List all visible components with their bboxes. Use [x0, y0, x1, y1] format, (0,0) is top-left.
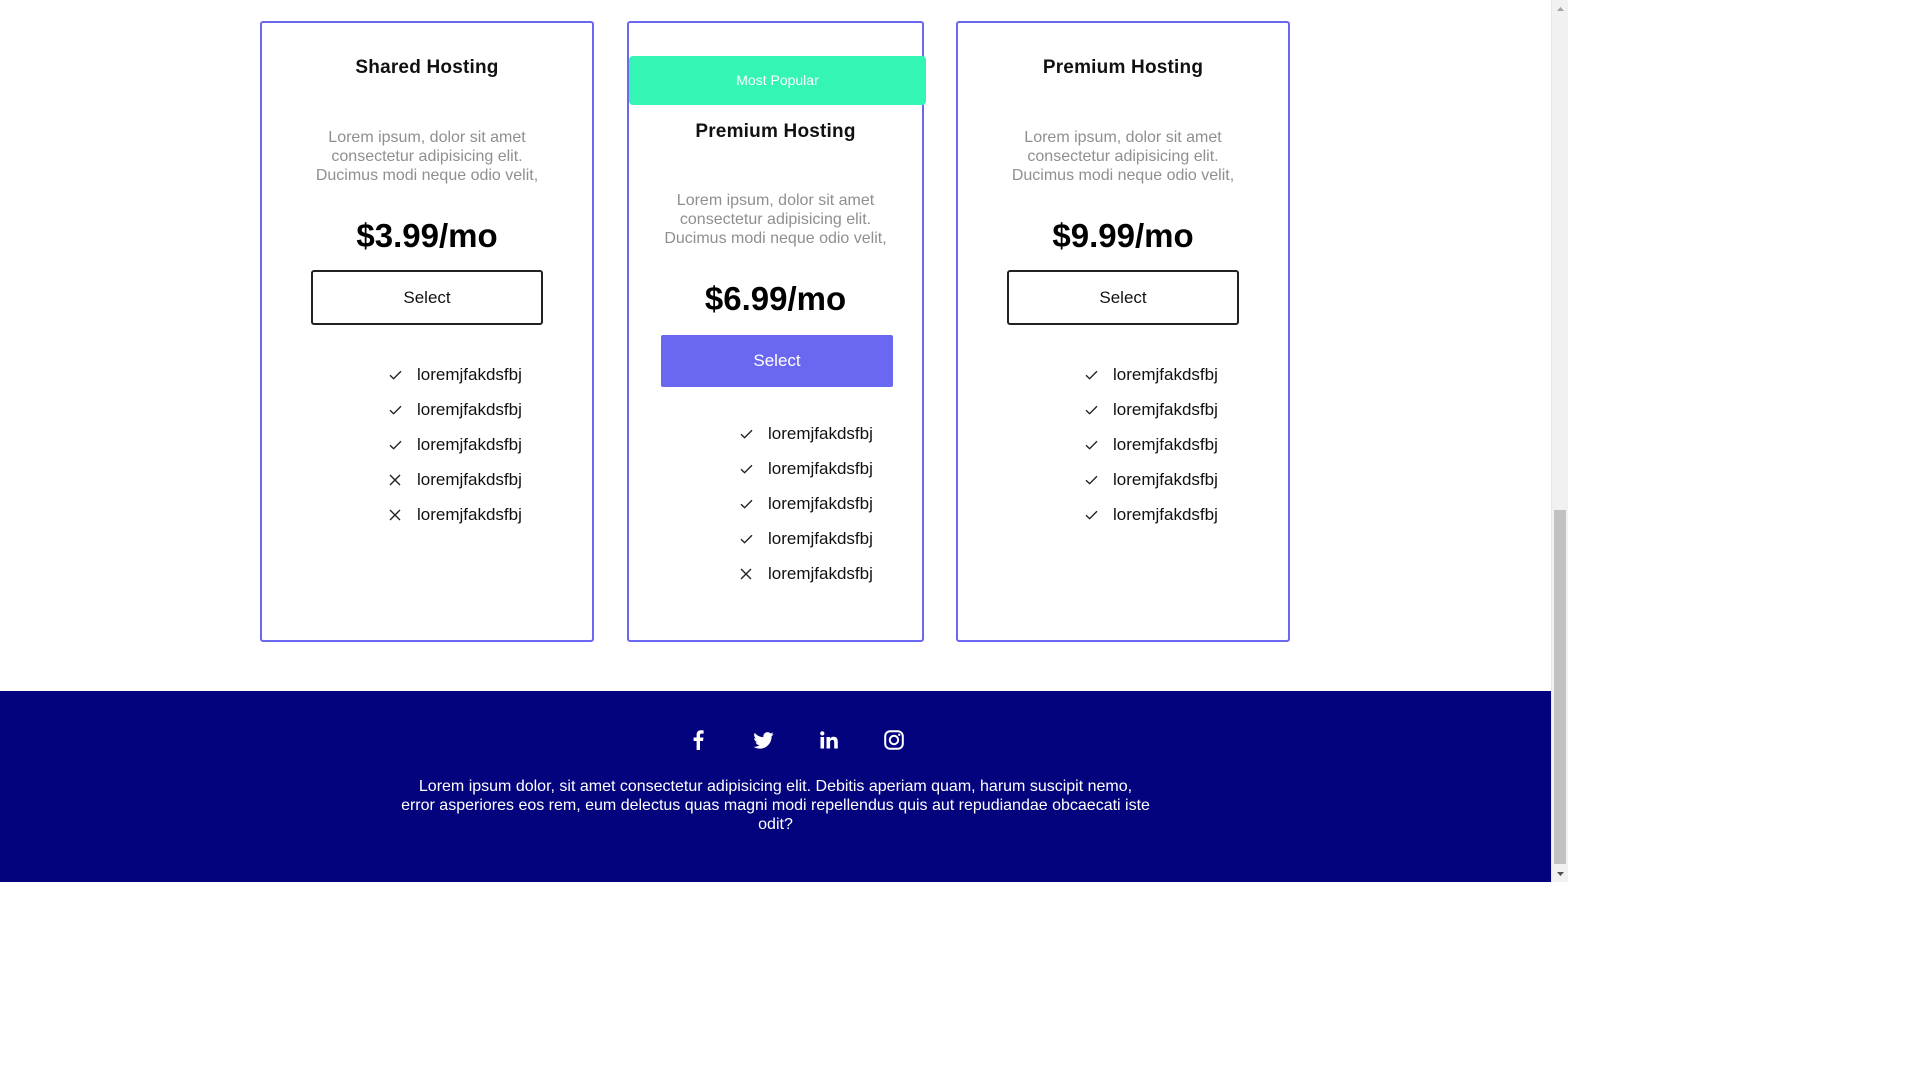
feature-label: loremjfakdsfbj [417, 399, 522, 419]
feature-label: loremjfakdsfbj [768, 563, 873, 583]
plan-title: Shared Hosting [355, 57, 499, 78]
scroll-down-icon[interactable] [1552, 865, 1569, 882]
feature-item: loremjfakdsfbj [1085, 357, 1218, 392]
check-icon [389, 440, 417, 450]
plan-title: Premium Hosting [695, 121, 856, 142]
page-viewport: Shared Hosting Lorem ipsum, dolor sit am… [0, 0, 1551, 882]
plan-price: $9.99/mo [1052, 217, 1194, 254]
cross-icon [389, 509, 417, 521]
vertical-scrollbar[interactable] [1551, 0, 1568, 882]
check-icon [1085, 510, 1113, 520]
pricing-card-popular: Most Popular Premium Hosting Lorem ipsum… [627, 21, 926, 642]
plan-description: Lorem ipsum, dolor sit amet consectetur … [1011, 129, 1235, 184]
feature-label: loremjfakdsfbj [1113, 434, 1218, 454]
scrollbar-thumb[interactable] [1554, 510, 1566, 864]
feature-label: loremjfakdsfbj [417, 504, 522, 524]
pricing-card-shared: Shared Hosting Lorem ipsum, dolor sit am… [260, 21, 594, 642]
cross-icon [740, 568, 768, 580]
check-icon [1085, 475, 1113, 485]
feature-item: loremjfakdsfbj [389, 357, 522, 392]
plan-description: Lorem ipsum, dolor sit amet consectetur … [315, 129, 539, 184]
feature-item: loremjfakdsfbj [1085, 497, 1218, 532]
feature-item: loremjfakdsfbj [740, 486, 873, 521]
plan-price: $6.99/mo [704, 280, 847, 317]
check-icon [740, 534, 768, 544]
instagram-icon[interactable] [882, 728, 906, 752]
feature-label: loremjfakdsfbj [768, 493, 873, 513]
feature-item: loremjfakdsfbj [389, 427, 522, 462]
pricing-card-premium: Premium Hosting Lorem ipsum, dolor sit a… [956, 21, 1290, 642]
feature-item: loremjfakdsfbj [740, 521, 873, 556]
feature-item: loremjfakdsfbj [740, 451, 873, 486]
check-icon [740, 429, 768, 439]
site-footer: Lorem ipsum dolor, sit amet consectetur … [0, 691, 1551, 882]
twitter-icon[interactable] [751, 728, 775, 752]
feature-label: loremjfakdsfbj [417, 364, 522, 384]
feature-label: loremjfakdsfbj [1113, 469, 1218, 489]
feature-item: loremjfakdsfbj [1085, 392, 1218, 427]
select-button[interactable]: Select [1007, 270, 1239, 325]
feature-item: loremjfakdsfbj [389, 497, 522, 532]
feature-label: loremjfakdsfbj [417, 469, 522, 489]
feature-label: loremjfakdsfbj [1113, 504, 1218, 524]
feature-label: loremjfakdsfbj [768, 528, 873, 548]
cross-icon [389, 474, 417, 486]
linkedin-icon[interactable] [817, 728, 841, 752]
feature-label: loremjfakdsfbj [1113, 399, 1218, 419]
check-icon [740, 499, 768, 509]
plan-title: Premium Hosting [1042, 57, 1204, 78]
feature-label: loremjfakdsfbj [768, 458, 873, 478]
check-icon [389, 370, 417, 380]
facebook-icon[interactable] [686, 728, 710, 752]
footer-text: Lorem ipsum dolor, sit amet consectetur … [401, 778, 1150, 833]
plan-price: $3.99/mo [356, 217, 498, 254]
feature-list: loremjfakdsfbj loremjfakdsfbj loremjfakdsf… [740, 416, 873, 591]
feature-item: loremjfakdsfbj [1085, 427, 1218, 462]
select-button[interactable]: Select [661, 335, 893, 387]
check-icon [1085, 370, 1113, 380]
plan-description: Lorem ipsum, dolor sit amet consectetur … [664, 192, 887, 247]
feature-item: loremjfakdsfbj [740, 556, 873, 591]
check-icon [1085, 405, 1113, 415]
check-icon [389, 405, 417, 415]
feature-list: loremjfakdsfbj loremjfakdsfbj loremjfakdsf… [389, 357, 522, 532]
feature-item: loremjfakdsfbj [389, 392, 522, 427]
feature-item: loremjfakdsfbj [389, 462, 522, 497]
check-icon [740, 464, 768, 474]
feature-label: loremjfakdsfbj [1113, 364, 1218, 384]
feature-list: loremjfakdsfbj loremjfakdsfbj loremjfakdsf… [1085, 357, 1218, 532]
feature-item: loremjfakdsfbj [740, 416, 873, 451]
feature-item: loremjfakdsfbj [1085, 462, 1218, 497]
check-icon [1085, 440, 1113, 450]
scroll-up-icon[interactable] [1552, 0, 1569, 17]
feature-label: loremjfakdsfbj [768, 423, 873, 443]
select-button[interactable]: Select [311, 270, 543, 325]
feature-label: loremjfakdsfbj [417, 434, 522, 454]
most-popular-badge: Most Popular [629, 56, 926, 105]
